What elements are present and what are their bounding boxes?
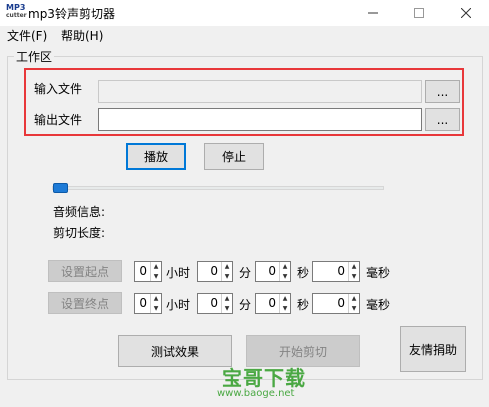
play-button[interactable]: 播放 bbox=[126, 143, 186, 170]
start-ms-value: 0 bbox=[337, 264, 345, 278]
end-minutes-value: 0 bbox=[210, 296, 218, 310]
start-minutes-value: 0 bbox=[210, 264, 218, 278]
minimize-button[interactable] bbox=[350, 0, 396, 26]
spinner-arrows-icon[interactable]: ▲ ▼ bbox=[279, 294, 290, 313]
donate-button[interactable]: 友情捐助 bbox=[400, 326, 466, 372]
menu-help[interactable]: 帮助(H) bbox=[61, 27, 103, 44]
menu-file[interactable]: 文件(F) bbox=[7, 27, 47, 44]
spinner-arrows-icon[interactable]: ▲ ▼ bbox=[150, 262, 161, 281]
end-ms-unit: 毫秒 bbox=[366, 298, 391, 312]
set-start-button[interactable]: 设置起点 bbox=[48, 260, 122, 282]
start-hour-unit: 小时 bbox=[166, 266, 191, 280]
workarea-title: 工作区 bbox=[14, 48, 55, 65]
progress-slider-thumb[interactable] bbox=[53, 183, 68, 193]
spinner-arrows-icon[interactable]: ▲ ▼ bbox=[221, 294, 232, 313]
end-hour-unit: 小时 bbox=[166, 298, 191, 312]
end-minutes-spinner[interactable]: 0 ▲ ▼ bbox=[197, 293, 233, 314]
start-minute-unit: 分 bbox=[239, 266, 252, 280]
end-seconds-spinner[interactable]: 0 ▲ ▼ bbox=[255, 293, 291, 314]
minimize-icon bbox=[368, 12, 378, 14]
end-hours-spinner[interactable]: 0 ▲ ▼ bbox=[134, 293, 162, 314]
end-ms-value: 0 bbox=[337, 296, 345, 310]
audio-info-label: 音频信息: bbox=[53, 205, 106, 219]
stop-button[interactable]: 停止 bbox=[204, 143, 264, 170]
watermark: 宝哥下载 www.baoge.net bbox=[195, 362, 325, 406]
app-icon-subtext: cutter bbox=[6, 12, 27, 19]
output-file-label: 输出文件 bbox=[34, 113, 83, 127]
menu-bar: 文件(F) 帮助(H) bbox=[0, 26, 489, 44]
input-file-field[interactable] bbox=[98, 80, 422, 103]
spinner-arrows-icon[interactable]: ▲ ▼ bbox=[150, 294, 161, 313]
end-ms-spinner[interactable]: 0 ▲ ▼ bbox=[312, 293, 360, 314]
close-button[interactable] bbox=[443, 0, 489, 26]
start-seconds-value: 0 bbox=[268, 264, 276, 278]
end-minute-unit: 分 bbox=[239, 298, 252, 312]
spinner-arrows-icon[interactable]: ▲ ▼ bbox=[348, 294, 359, 313]
close-icon bbox=[461, 8, 471, 18]
cut-length-label: 剪切长度: bbox=[53, 226, 106, 240]
start-minutes-spinner[interactable]: 0 ▲ ▼ bbox=[197, 261, 233, 282]
spinner-arrows-icon[interactable]: ▲ ▼ bbox=[221, 262, 232, 281]
start-hours-value: 0 bbox=[139, 264, 147, 278]
watermark-url: www.baoge.net bbox=[217, 388, 295, 399]
start-hours-spinner[interactable]: 0 ▲ ▼ bbox=[134, 261, 162, 282]
spinner-arrows-icon[interactable]: ▲ ▼ bbox=[348, 262, 359, 281]
maximize-icon bbox=[414, 8, 424, 18]
spinner-arrows-icon[interactable]: ▲ ▼ bbox=[279, 262, 290, 281]
start-ms-spinner[interactable]: 0 ▲ ▼ bbox=[312, 261, 360, 282]
app-icon-text: MP3 bbox=[6, 3, 26, 12]
input-browse-button[interactable]: ... bbox=[425, 80, 460, 103]
window-title: mp3铃声剪切器 bbox=[28, 7, 115, 21]
output-browse-button[interactable]: ... bbox=[425, 108, 460, 131]
set-end-button[interactable]: 设置终点 bbox=[48, 292, 122, 314]
start-seconds-spinner[interactable]: 0 ▲ ▼ bbox=[255, 261, 291, 282]
watermark-brand: 宝哥下载 bbox=[222, 366, 306, 390]
end-second-unit: 秒 bbox=[297, 298, 310, 312]
input-file-label: 输入文件 bbox=[34, 82, 83, 96]
output-file-field[interactable] bbox=[98, 108, 422, 131]
end-seconds-value: 0 bbox=[268, 296, 276, 310]
title-bar: MP3 cutter mp3铃声剪切器 bbox=[0, 0, 489, 26]
app-icon: MP3 cutter bbox=[6, 3, 27, 20]
progress-slider-track[interactable] bbox=[52, 186, 384, 190]
end-hours-value: 0 bbox=[139, 296, 147, 310]
maximize-button[interactable] bbox=[396, 0, 442, 26]
start-ms-unit: 毫秒 bbox=[366, 266, 391, 280]
start-second-unit: 秒 bbox=[297, 266, 310, 280]
